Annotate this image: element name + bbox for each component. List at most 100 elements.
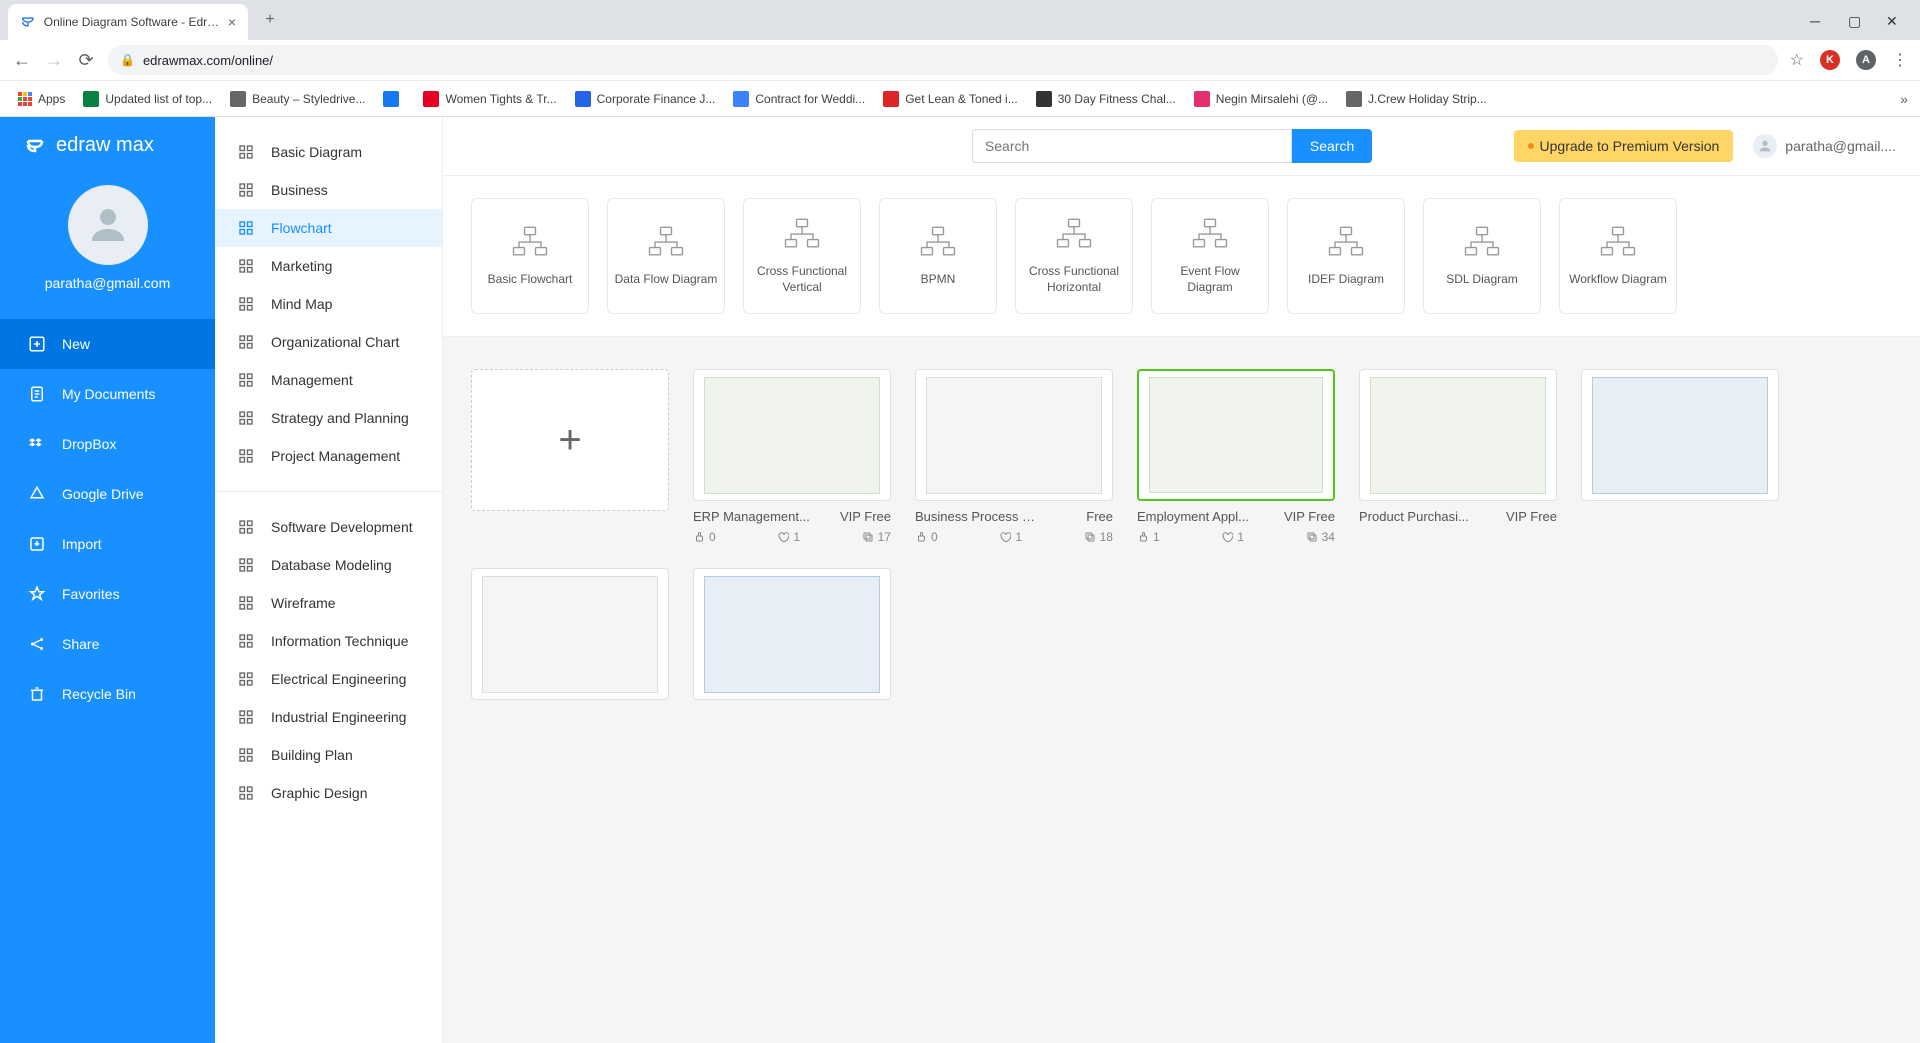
example-card[interactable]: Product Purchasi...VIP Free <box>1359 369 1557 544</box>
minimize-icon[interactable]: ─ <box>1810 13 1824 27</box>
template-card[interactable]: IDEF Diagram <box>1287 198 1405 314</box>
template-card[interactable]: Event Flow Diagram <box>1151 198 1269 314</box>
example-card[interactable] <box>471 568 669 700</box>
maximize-icon[interactable]: ▢ <box>1848 13 1862 27</box>
likes-stat[interactable]: 0 <box>915 530 938 544</box>
nav-item-import[interactable]: Import <box>0 519 215 569</box>
category-electrical-engineering[interactable]: Electrical Engineering <box>215 660 442 698</box>
example-card[interactable]: ERP Management...VIP Free0117 <box>693 369 891 544</box>
example-card[interactable]: Business Process Mo...Free0118 <box>915 369 1113 544</box>
bookmark-star-icon[interactable]: ☆ <box>1790 50 1804 70</box>
nav-item-google-drive[interactable]: Google Drive <box>0 469 215 519</box>
category-icon <box>237 708 255 726</box>
bookmark-label: Negin Mirsalehi (@... <box>1216 92 1328 106</box>
nav-item-share[interactable]: Share <box>0 619 215 669</box>
likes-stat[interactable]: 0 <box>693 530 716 544</box>
bookmarks-bar: Apps Updated list of top...Beauty – Style… <box>0 80 1920 116</box>
menu-dots-icon[interactable]: ⋮ <box>1892 50 1908 70</box>
bookmark-item[interactable]: Beauty – Styledrive... <box>224 87 371 111</box>
hearts-stat[interactable]: 1 <box>999 530 1022 544</box>
category-flowchart[interactable]: Flowchart <box>215 209 442 247</box>
close-icon[interactable]: × <box>228 14 236 30</box>
category-wireframe[interactable]: Wireframe <box>215 584 442 622</box>
upgrade-button[interactable]: Upgrade to Premium Version <box>1514 130 1734 162</box>
bookmark-item[interactable]: 30 Day Fitness Chal... <box>1030 87 1182 111</box>
nav-item-recycle-bin[interactable]: Recycle Bin <box>0 669 215 719</box>
new-diagram-card[interactable]: + <box>471 369 669 511</box>
example-thumb <box>915 369 1113 501</box>
category-label: Strategy and Planning <box>271 410 409 426</box>
example-thumb <box>471 568 669 700</box>
nav-item-new[interactable]: New <box>0 319 215 369</box>
category-business[interactable]: Business <box>215 171 442 209</box>
app-root: edraw max paratha@gmail.com NewMy Docume… <box>0 117 1920 1043</box>
bookmark-item[interactable]: Negin Mirsalehi (@... <box>1188 87 1334 111</box>
search-button[interactable]: Search <box>1292 129 1372 163</box>
bookmark-favicon <box>575 91 591 107</box>
copies-stat[interactable]: 18 <box>1084 530 1113 544</box>
category-organizational-chart[interactable]: Organizational Chart <box>215 323 442 361</box>
nav-item-dropbox[interactable]: DropBox <box>0 419 215 469</box>
example-card[interactable]: Employment Appl...VIP Free1134 <box>1137 369 1335 544</box>
bookmark-item[interactable]: Women Tights & Tr... <box>417 87 562 111</box>
bookmark-item[interactable]: J.Crew Holiday Strip... <box>1340 87 1493 111</box>
hearts-stat[interactable]: 1 <box>777 530 800 544</box>
extension-k-icon[interactable]: K <box>1820 50 1840 70</box>
category-management[interactable]: Management <box>215 361 442 399</box>
template-label: Cross Functional Vertical <box>744 264 860 295</box>
likes-stat[interactable]: 1 <box>1137 530 1160 544</box>
user-top[interactable]: paratha@gmail.... <box>1753 134 1896 158</box>
template-label: Event Flow Diagram <box>1152 264 1268 295</box>
reload-icon[interactable]: ⟳ <box>76 50 96 70</box>
category-project-management[interactable]: Project Management <box>215 437 442 475</box>
category-strategy-and-planning[interactable]: Strategy and Planning <box>215 399 442 437</box>
template-card[interactable]: Basic Flowchart <box>471 198 589 314</box>
profile-avatar-icon[interactable]: A <box>1856 50 1876 70</box>
category-database-modeling[interactable]: Database Modeling <box>215 546 442 584</box>
template-label: SDL Diagram <box>1440 272 1524 288</box>
bookmark-item[interactable]: Updated list of top... <box>77 87 218 111</box>
copy-icon <box>1306 531 1318 543</box>
category-icon <box>237 409 255 427</box>
category-information-technique[interactable]: Information Technique <box>215 622 442 660</box>
example-card[interactable] <box>693 568 891 700</box>
browser-tab[interactable]: Online Diagram Software - Edraw × <box>8 4 248 40</box>
category-software-development[interactable]: Software Development <box>215 508 442 546</box>
bookmark-item[interactable]: Apps <box>12 88 71 110</box>
bookmark-item[interactable]: Corporate Finance J... <box>569 87 722 111</box>
close-window-icon[interactable]: ✕ <box>1886 13 1900 27</box>
template-card[interactable]: SDL Diagram <box>1423 198 1541 314</box>
copies-stat[interactable]: 17 <box>862 530 891 544</box>
category-marketing[interactable]: Marketing <box>215 247 442 285</box>
nav-item-favorites[interactable]: Favorites <box>0 569 215 619</box>
bookmark-item[interactable] <box>377 87 411 111</box>
forward-icon[interactable]: → <box>44 50 64 70</box>
copies-stat[interactable]: 34 <box>1306 530 1335 544</box>
template-card[interactable]: Workflow Diagram <box>1559 198 1677 314</box>
hearts-stat[interactable]: 1 <box>1221 530 1244 544</box>
category-icon <box>237 518 255 536</box>
bookmark-label: J.Crew Holiday Strip... <box>1368 92 1487 106</box>
template-card[interactable]: Cross Functional Vertical <box>743 198 861 314</box>
template-card[interactable]: Cross Functional Horizontal <box>1015 198 1133 314</box>
nav-item-my-documents[interactable]: My Documents <box>0 369 215 419</box>
category-basic-diagram[interactable]: Basic Diagram <box>215 133 442 171</box>
bookmark-item[interactable]: Get Lean & Toned i... <box>877 87 1024 111</box>
bookmark-favicon <box>383 91 399 107</box>
category-mind-map[interactable]: Mind Map <box>215 285 442 323</box>
category-building-plan[interactable]: Building Plan <box>215 736 442 774</box>
new-tab-button[interactable]: + <box>256 6 284 34</box>
category-label: Industrial Engineering <box>271 709 406 725</box>
back-icon[interactable]: ← <box>12 50 32 70</box>
template-card[interactable]: Data Flow Diagram <box>607 198 725 314</box>
category-icon <box>237 670 255 688</box>
search-input[interactable] <box>972 129 1292 163</box>
avatar[interactable] <box>68 185 148 265</box>
category-graphic-design[interactable]: Graphic Design <box>215 774 442 812</box>
example-card[interactable] <box>1581 369 1779 544</box>
template-card[interactable]: BPMN <box>879 198 997 314</box>
bookmarks-more-icon[interactable]: » <box>1900 91 1908 107</box>
category-industrial-engineering[interactable]: Industrial Engineering <box>215 698 442 736</box>
url-bar[interactable]: 🔒 edrawmax.com/online/ <box>108 45 1778 75</box>
bookmark-item[interactable]: Contract for Weddi... <box>727 87 871 111</box>
